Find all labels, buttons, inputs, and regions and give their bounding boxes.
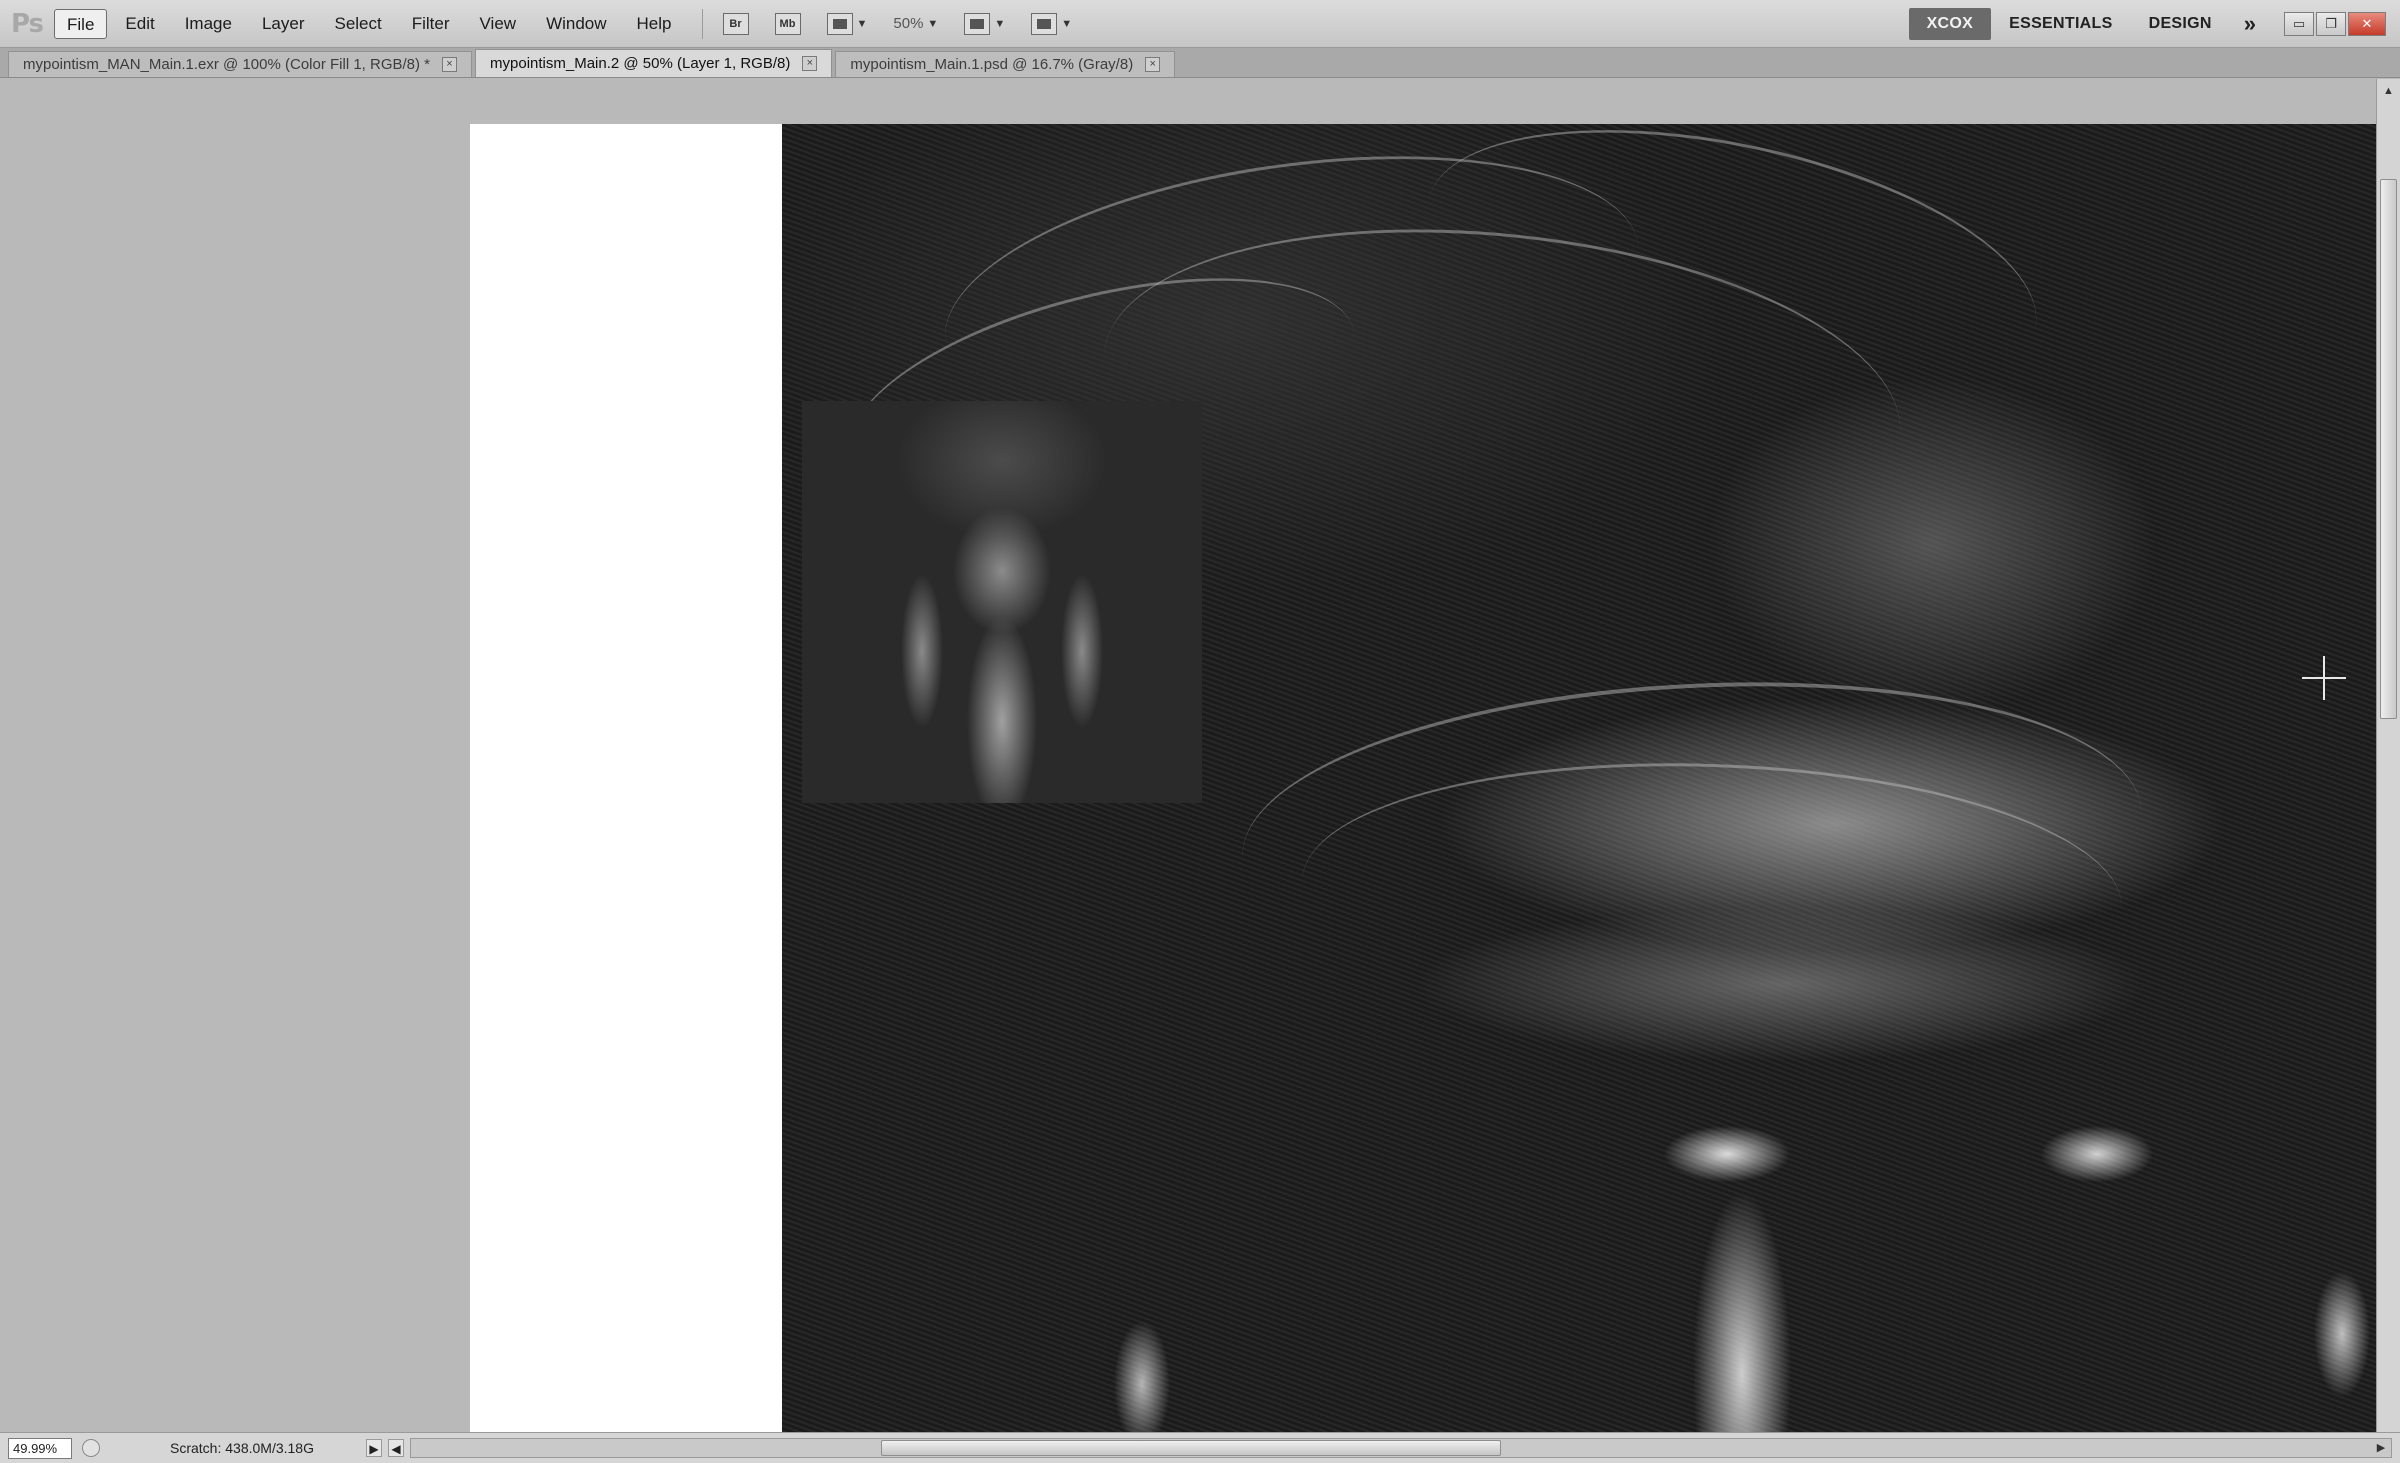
menu-help[interactable]: Help (625, 9, 684, 39)
arrange-documents-button[interactable]: ▼ (956, 9, 1013, 39)
document-canvas[interactable] (470, 124, 2376, 1432)
workspace-switcher: XCOX ESSENTIALS DESIGN » ▭ ❐ ✕ (1908, 0, 2400, 48)
chevron-down-icon: ▼ (994, 17, 1006, 30)
view-extras-button[interactable]: ▼ (819, 9, 876, 39)
close-tab-icon[interactable]: × (802, 56, 818, 71)
close-tab-icon[interactable]: × (442, 57, 458, 72)
screen-mode-icon (1031, 12, 1058, 35)
tab-label: mypointism_Main.2 @ 50% (Layer 1, RGB/8) (490, 55, 791, 72)
menu-file[interactable]: File (54, 8, 108, 39)
workspace-essentials[interactable]: ESSENTIALS (1991, 8, 2130, 40)
zoom-percent-field[interactable]: 49.99% (8, 1437, 72, 1459)
vertical-scrollbar[interactable]: ▲ (2376, 79, 2400, 1432)
doc-info-icon[interactable] (82, 1439, 100, 1457)
screen-mode-button[interactable]: ▼ (1023, 9, 1080, 39)
zoom-level-value: 50% (893, 15, 924, 32)
document-tab-bar: mypointism_MAN_Main.1.exr @ 100% (Color … (0, 48, 2400, 78)
menu-layer[interactable]: Layer (250, 9, 317, 39)
tab-document-2[interactable]: mypointism_Main.2 @ 50% (Layer 1, RGB/8)… (475, 49, 833, 77)
scroll-right-icon[interactable]: ▶ (2373, 1440, 2389, 1456)
scroll-up-icon[interactable]: ▲ (2380, 83, 2397, 100)
bridge-icon: Br (722, 12, 749, 35)
status-bar: 49.99% Scratch: 438.0M/3.18G ▶ ◀ ▶ (0, 1432, 2400, 1463)
horizontal-scrollbar[interactable]: ▶ (410, 1438, 2392, 1458)
menu-window[interactable]: Window (534, 9, 618, 39)
workspace-design[interactable]: DESIGN (2131, 8, 2230, 40)
tab-document-1[interactable]: mypointism_MAN_Main.1.exr @ 100% (Color … (8, 51, 473, 77)
tab-label: mypointism_MAN_Main.1.exr @ 100% (Color … (23, 56, 431, 73)
tab-document-3[interactable]: mypointism_Main.1.psd @ 16.7% (Gray/8) × (835, 51, 1176, 77)
scratch-size-readout: Scratch: 438.0M/3.18G (170, 1440, 314, 1456)
minimize-icon[interactable]: ▭ (2284, 11, 2314, 36)
menu-select[interactable]: Select (322, 9, 393, 39)
launch-bridge-button[interactable]: Br (715, 9, 757, 39)
tab-label: mypointism_Main.1.psd @ 16.7% (Gray/8) (850, 56, 1134, 73)
menu-image[interactable]: Image (173, 9, 244, 39)
canvas-pasteboard[interactable] (0, 79, 2376, 1432)
close-tab-icon[interactable]: × (1145, 57, 1161, 72)
toolbar-separator (701, 8, 703, 39)
restore-icon[interactable]: ❐ (2316, 11, 2346, 36)
arrange-documents-icon (964, 12, 991, 35)
menu-view[interactable]: View (468, 9, 529, 39)
launch-minibridge-button[interactable]: Mb (767, 9, 809, 39)
close-icon[interactable]: ✕ (2348, 11, 2386, 36)
chevron-down-icon: ▼ (1061, 17, 1073, 30)
photoshop-logo: Ps (10, 8, 44, 39)
menu-filter[interactable]: Filter (400, 9, 462, 39)
reference-thumbnail-image (802, 401, 1202, 803)
window-controls: ▭ ❐ ✕ (2284, 11, 2386, 36)
horizontal-scroll-thumb[interactable] (881, 1440, 1501, 1456)
status-menu-arrow-icon[interactable]: ▶ (366, 1439, 382, 1457)
workspace-xcox[interactable]: XCOX (1908, 7, 1992, 40)
scroll-left-icon[interactable]: ◀ (388, 1439, 404, 1457)
vertical-scroll-thumb[interactable] (2380, 179, 2397, 719)
menu-edit[interactable]: Edit (113, 9, 166, 39)
more-workspaces-icon[interactable]: » (2230, 11, 2270, 37)
crosshair-cursor-icon (2302, 656, 2346, 700)
chevron-down-icon: ▼ (856, 17, 868, 30)
minibridge-icon: Mb (774, 12, 801, 35)
zoom-level-dropdown[interactable]: 50% ▼ (885, 9, 946, 39)
photoshop-window: Ps File Edit Image Layer Select Filter V… (0, 0, 2400, 1463)
portrait-image-layer (782, 124, 2376, 1432)
menu-list: File Edit Image Layer Select Filter View… (54, 0, 690, 48)
menu-bar: Ps File Edit Image Layer Select Filter V… (0, 0, 2400, 48)
chevron-down-icon: ▼ (927, 17, 939, 30)
view-extras-icon (826, 12, 853, 35)
